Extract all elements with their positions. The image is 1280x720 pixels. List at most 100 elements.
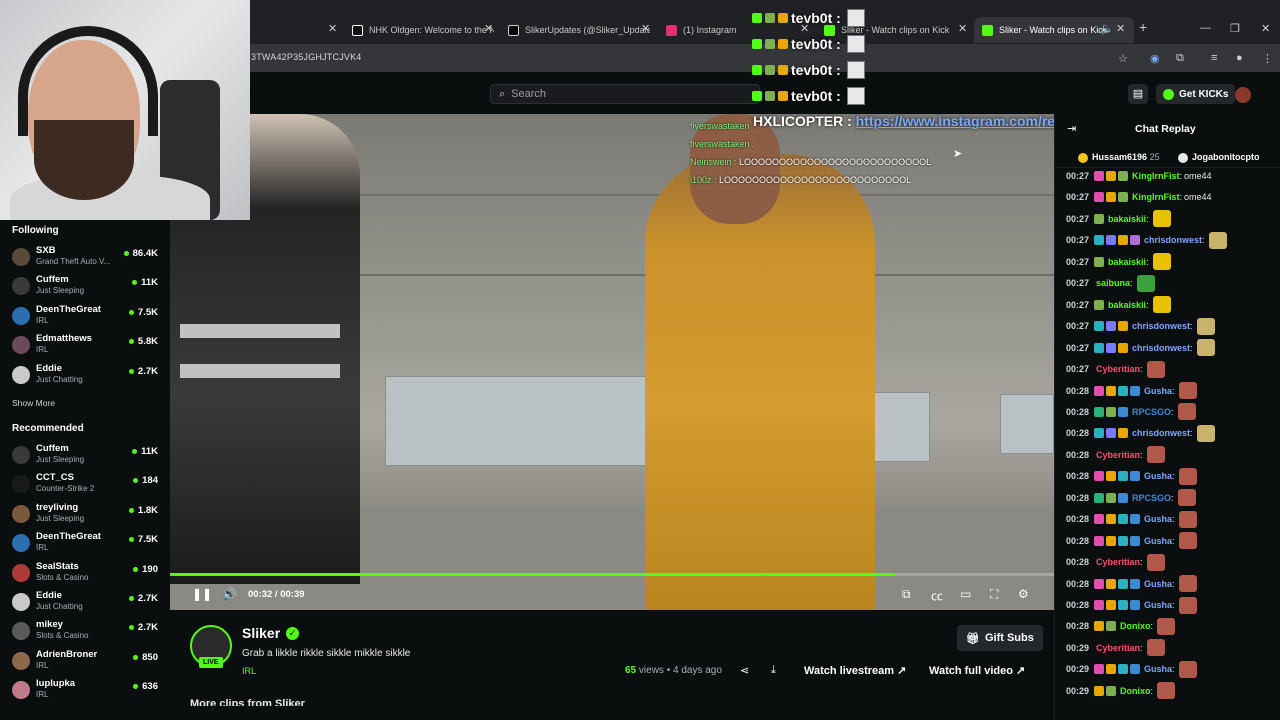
pause-icon[interactable]: ❚❚ [192, 587, 212, 601]
sidebar-channel-item[interactable]: luplupka IRL 636 [12, 677, 162, 705]
url-text[interactable]: 3TWA42P35JGHJTCJVK4 [251, 52, 362, 62]
user-badge-icon [1094, 171, 1105, 181]
chat-username[interactable]: RPCSGO [1132, 407, 1171, 417]
volume-icon[interactable]: 🔊 [222, 587, 237, 601]
sidebar-channel-item[interactable]: CCT_CS Counter-Strike 2 184 [12, 471, 162, 499]
maximize-icon[interactable]: ❐ [1230, 22, 1240, 35]
close-tab-icon[interactable]: ✕ [328, 22, 337, 35]
sidebar-channel-item[interactable]: mikey Slots & Casino 2.7K [12, 618, 162, 646]
chat-username[interactable]: Gusha [1144, 471, 1172, 481]
download-icon[interactable]: ⤓ [771, 664, 776, 677]
chat-username[interactable]: Donixo [1120, 686, 1151, 696]
chat-username[interactable]: Gusha [1144, 664, 1172, 674]
collapse-chat-icon[interactable]: ⇥ [1067, 122, 1076, 135]
chat-username[interactable]: Gusha [1144, 579, 1172, 589]
sidebar-channel-item[interactable]: DeenTheGreat IRL 7.5K [12, 303, 162, 331]
sidebar-channel-item[interactable]: Eddie Just Chatting 2.7K [12, 362, 162, 390]
chat-username[interactable]: Gusha [1144, 536, 1172, 546]
channel-avatar [12, 475, 30, 494]
views-label: views [638, 665, 664, 676]
chat-username[interactable]: chrisdonwest [1132, 343, 1190, 353]
chat-username[interactable]: KingIrnFist [1132, 171, 1180, 181]
emote-icon [1152, 296, 1171, 314]
new-tab-icon[interactable]: + [1139, 19, 1147, 35]
gifter-count: 25 [1149, 152, 1160, 162]
chat-username[interactable]: bakaiskii [1108, 214, 1146, 224]
show-more-link[interactable]: Show More [12, 398, 55, 408]
media-controls-icon[interactable]: ≡ [1211, 52, 1217, 64]
sidebar-channel-item[interactable]: treyliving Just Sleeping 1.8K [12, 501, 162, 529]
close-tab-icon[interactable]: ✕ [958, 22, 967, 35]
window-close-icon[interactable]: ✕ [1261, 22, 1270, 35]
chat-username[interactable]: Cyberitian [1096, 557, 1140, 567]
sidebar-channel-item[interactable]: AdrienBroner IRL 850 [12, 648, 162, 676]
chat-message: 00:27 Cyberitian: [1066, 359, 1165, 379]
minimize-icon[interactable]: — [1200, 22, 1211, 34]
watch-livestream-button[interactable]: Watch livestream ↗ [804, 664, 906, 677]
gifter-badge-icon [1078, 152, 1088, 163]
sidebar-channel-item[interactable]: DeenTheGreat IRL 7.5K [12, 530, 162, 558]
browser-tab[interactable]: SlikerUpdates (@Sliker_Update [500, 17, 650, 43]
user-badge-icon [1094, 514, 1105, 525]
message-timestamp: 00:28 [1066, 449, 1090, 460]
chat-username[interactable]: bakaiskii [1108, 257, 1146, 267]
viewer-count: 86.4K [123, 248, 158, 259]
user-avatar[interactable] [1235, 87, 1251, 103]
user-badge-icon [1106, 664, 1117, 675]
chat-username[interactable]: RPCSGO [1132, 493, 1171, 503]
settings-icon[interactable]: ⚙ [1018, 587, 1029, 601]
browser-tab[interactable]: NHK Oldgen: Welcome to the N [344, 17, 494, 43]
close-tab-icon[interactable]: ✕ [484, 22, 493, 35]
channel-name[interactable]: Sliker [242, 625, 280, 641]
chat-username[interactable]: bakaiskii [1108, 300, 1146, 310]
fullscreen-icon[interactable]: ⛶ [990, 587, 998, 602]
library-button[interactable]: ▤ [1128, 84, 1148, 104]
chat-username[interactable]: chrisdonwest [1132, 428, 1190, 438]
captions-icon[interactable]: ㏄ [931, 587, 943, 604]
chat-username[interactable]: chrisdonwest [1132, 321, 1190, 331]
video-chat-line: fiverswastaken [690, 121, 750, 131]
browser-menu-icon[interactable]: ⋮ [1262, 52, 1273, 65]
channel-category: IRL [36, 690, 49, 700]
close-tab-icon[interactable]: ✕ [641, 22, 650, 35]
emote-icon [846, 87, 865, 105]
clip-category[interactable]: IRL [242, 666, 256, 676]
close-tab-icon[interactable]: ✕ [1116, 22, 1125, 35]
top-gifter[interactable]: Hussam6196 25 [1078, 152, 1160, 163]
seek-bar[interactable] [170, 573, 1054, 576]
sidebar-channel-item[interactable]: Edmatthews IRL 5.8K [12, 332, 162, 360]
miniplayer-icon[interactable]: ⧉ [902, 587, 911, 602]
chat-username[interactable]: saibuna [1096, 278, 1130, 288]
sidebar-channel-item[interactable]: Cuffem Just Sleeping 11K [12, 273, 162, 301]
sidebar-channel-item[interactable]: Cuffem Just Sleeping 11K [12, 442, 162, 470]
share-icon[interactable]: ⋖ [740, 664, 749, 677]
bookmark-star-icon[interactable]: ☆ [1118, 52, 1128, 65]
watch-full-video-button[interactable]: Watch full video ↗ [929, 664, 1025, 677]
chat-username[interactable]: chrisdonwest [1144, 235, 1202, 245]
user-badge-icon [1106, 321, 1117, 332]
chat-username[interactable]: Cyberitian [1096, 364, 1140, 374]
chat-username[interactable]: Donixo [1120, 621, 1151, 631]
theater-mode-icon[interactable]: ▭ [960, 587, 971, 601]
tab-audio-icon[interactable]: 🔈 [1100, 22, 1114, 35]
sidebar-channel-item[interactable]: SXB Grand Theft Auto V... 86.4K [12, 244, 162, 272]
sidebar-channel-item[interactable]: SealStats Slots & Casino 190 [12, 560, 162, 588]
video-player[interactable] [170, 114, 1054, 610]
chat-username[interactable]: Gusha [1144, 514, 1172, 524]
emote-icon [1178, 532, 1197, 550]
top-gifter[interactable]: Jogabonitocpto [1178, 152, 1260, 163]
sidebar-channel-item[interactable]: Eddie Just Chatting 2.7K [12, 589, 162, 617]
extension-icon[interactable]: ◉ [1150, 52, 1160, 65]
chat-username[interactable]: KingIrnFist [1132, 192, 1180, 202]
emote-icon [1152, 210, 1171, 228]
get-kicks-button[interactable]: Get KICKs [1156, 84, 1236, 104]
extensions-puzzle-icon[interactable]: ⧉ [1176, 52, 1184, 65]
profile-icon[interactable]: ● [1236, 52, 1243, 64]
chat-username[interactable]: Gusha [1144, 600, 1172, 610]
chat-title: Chat Replay [1135, 123, 1196, 135]
gift-subs-button[interactable]: 🎁︎ Gift Subs [957, 625, 1043, 651]
search-input[interactable]: ⌕ Search [490, 84, 760, 104]
chat-username[interactable]: Gusha [1144, 386, 1172, 396]
chat-username[interactable]: Cyberitian [1096, 450, 1140, 460]
chat-username[interactable]: Cyberitian [1096, 643, 1140, 653]
